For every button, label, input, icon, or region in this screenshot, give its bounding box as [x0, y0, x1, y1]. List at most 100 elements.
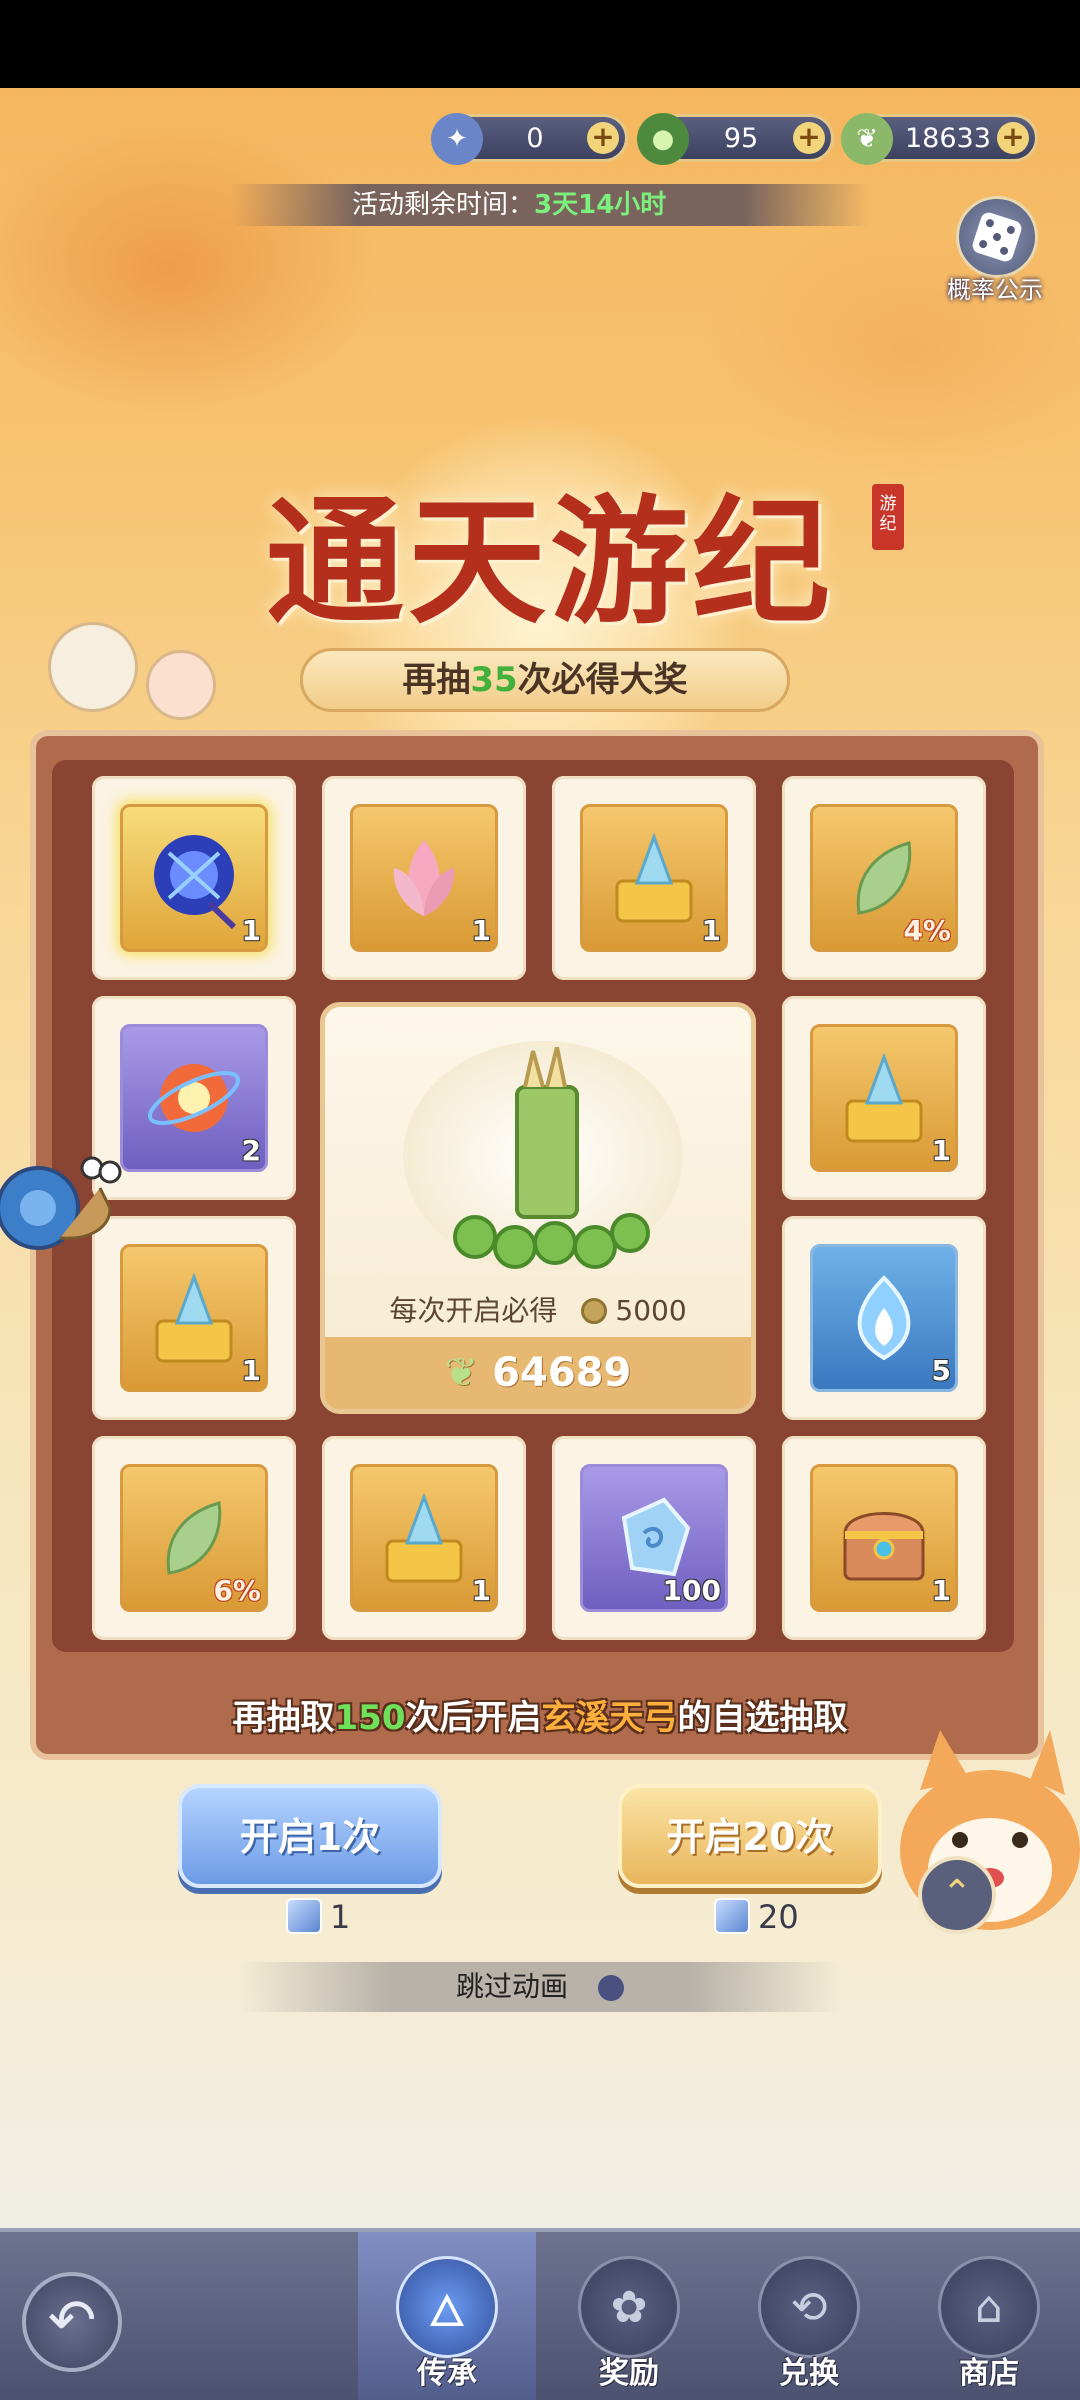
draw-twenty-cost: 20	[714, 1898, 799, 1936]
prize-cell-10[interactable]: 1	[322, 1436, 526, 1640]
crystal-chest-icon: 1	[120, 1244, 268, 1392]
grand-prize-panel[interactable]: 每次开启必得 5000 ❦ 64689	[320, 1002, 756, 1414]
shop-icon: ⌂	[938, 2256, 1040, 2358]
leaf-icon: ❦	[444, 1350, 479, 1396]
seal-stamp: 游纪	[872, 484, 904, 550]
grand-prize-total-value: 64689	[492, 1350, 632, 1396]
add-ticket-button[interactable]: +	[587, 122, 619, 154]
chick-mascot	[146, 650, 216, 720]
treasure-chest-icon: 1	[810, 1464, 958, 1612]
background-tree	[0, 120, 380, 420]
prize-cell-11[interactable]: 100	[552, 1436, 756, 1640]
tab-exchange[interactable]: ⟲ 兑换	[744, 2256, 874, 2400]
prize-cell-6[interactable]: 1	[782, 996, 986, 1200]
prize-qty: 5	[931, 1354, 951, 1387]
draw-once-cost-value: 1	[330, 1898, 351, 1936]
coin-icon	[581, 1298, 608, 1324]
status-bar	[0, 0, 1080, 88]
prize-cell-1[interactable]: 1	[92, 776, 296, 980]
pity-suffix: 次必得大奖	[517, 660, 688, 700]
tab-inherit[interactable]: 🜂 传承	[382, 2256, 512, 2400]
jade-icon: ●	[637, 113, 689, 165]
prize-cell-12[interactable]: 1	[782, 1436, 986, 1640]
snail-mascot	[0, 1156, 122, 1250]
pity-prefix: 再抽	[402, 660, 471, 700]
prize-cell-2[interactable]: 1	[322, 776, 526, 980]
blue-flame-icon: 5	[810, 1244, 958, 1392]
event-title: 通天游纪	[265, 480, 834, 643]
ticket-icon	[714, 1898, 750, 1934]
gift-icon: ✿	[578, 2256, 680, 2358]
guaranteed-label: 每次开启必得	[389, 1294, 558, 1327]
tab-rewards[interactable]: ✿ 奖励	[564, 2256, 694, 2400]
unlock-suffix: 的自选抽取	[677, 1698, 848, 1738]
owl-mascot	[48, 622, 138, 712]
ticket-icon	[286, 1898, 322, 1934]
prize-cell-4[interactable]: 4%	[782, 776, 986, 980]
currency-ticket-value: 0	[526, 122, 544, 154]
pity-banner: 再抽35次必得大奖	[300, 648, 790, 712]
crystal-chest-icon: 1	[580, 804, 728, 952]
unlock-middle: 次后开启	[405, 1698, 542, 1738]
grand-prize-label: 每次开启必得 5000	[325, 1289, 751, 1329]
draw-twenty-button[interactable]: 开启20次	[618, 1784, 882, 1888]
skip-animation-label: 跳过动画	[455, 1970, 568, 2003]
prize-qty: 2	[241, 1134, 261, 1167]
bamboo-coins-icon	[453, 1047, 650, 1269]
bottom-nav	[0, 2228, 1080, 2400]
prize-cell-3[interactable]: 1	[552, 776, 756, 980]
add-jade-button[interactable]: +	[793, 122, 825, 154]
ticket-icon: ✦	[431, 113, 483, 165]
blue-umbrella-icon: 1	[120, 804, 268, 952]
unlock-item: 玄溪天弓	[541, 1698, 678, 1738]
prize-qty: 4%	[903, 914, 951, 947]
timer-label: 活动剩余时间：	[352, 190, 535, 220]
expand-up-button[interactable]: ⌃	[918, 1856, 996, 1934]
probability-button[interactable]: 概率公示	[942, 196, 1048, 306]
coin-amount: 5000	[615, 1294, 687, 1327]
prize-cell-8[interactable]: 5	[782, 1216, 986, 1420]
prize-qty: 1	[241, 1354, 261, 1387]
pity-count: 35	[470, 660, 518, 700]
draw-twenty-cost-value: 20	[758, 1898, 799, 1936]
back-button[interactable]: ↶	[22, 2272, 122, 2372]
prize-qty: 1	[471, 1574, 491, 1607]
flame-icon: 🜂	[396, 2256, 498, 2358]
pink-petal-icon: 1	[350, 804, 498, 952]
skip-animation-toggle[interactable]	[598, 1975, 624, 2001]
currency-jade: ● 95 +	[637, 113, 834, 165]
prize-cell-9[interactable]: 6%	[92, 1436, 296, 1640]
prize-qty: 1	[471, 914, 491, 947]
skip-animation-row[interactable]: 跳过动画	[240, 1962, 840, 2012]
tab-rewards-label: 奖励	[599, 2356, 659, 2391]
currency-jade-value: 95	[723, 122, 759, 154]
green-leaf-icon: 4%	[810, 804, 958, 952]
back-arrow-icon: ↶	[47, 2286, 97, 2354]
prize-qty: 1	[241, 914, 261, 947]
probability-label: 概率公示	[947, 276, 1043, 304]
currency-ticket: ✦ 0 +	[431, 113, 628, 165]
dice-icon	[956, 196, 1038, 278]
timer-value: 3天14小时	[534, 190, 667, 220]
tab-shop-label: 商店	[959, 2356, 1019, 2391]
prize-qty: 1	[701, 914, 721, 947]
unlock-count: 150	[334, 1698, 406, 1738]
prize-qty: 1	[931, 1134, 951, 1167]
tab-exchange-label: 兑换	[779, 2356, 839, 2391]
crystal-chest-icon: 1	[350, 1464, 498, 1612]
tab-inherit-label: 传承	[417, 2356, 477, 2391]
tab-shop[interactable]: ⌂ 商店	[924, 2256, 1054, 2400]
unlock-prefix: 再抽取	[232, 1698, 335, 1738]
exchange-icon: ⟲	[758, 2256, 860, 2358]
prize-qty: 6%	[213, 1574, 261, 1607]
add-leaf-button[interactable]: +	[997, 122, 1029, 154]
orb-icon: 2	[120, 1024, 268, 1172]
prize-qty: 1	[931, 1574, 951, 1607]
currency-leaf: ❦ 18633 +	[841, 113, 1038, 165]
grand-prize-total: ❦ 64689	[325, 1337, 751, 1409]
currency-leaf-value: 18633	[905, 122, 991, 154]
leaf-icon: ❦	[841, 113, 893, 165]
green-leaf-icon: 6%	[120, 1464, 268, 1612]
draw-once-button[interactable]: 开启1次	[178, 1784, 442, 1888]
crystal-chest-icon: 1	[810, 1024, 958, 1172]
